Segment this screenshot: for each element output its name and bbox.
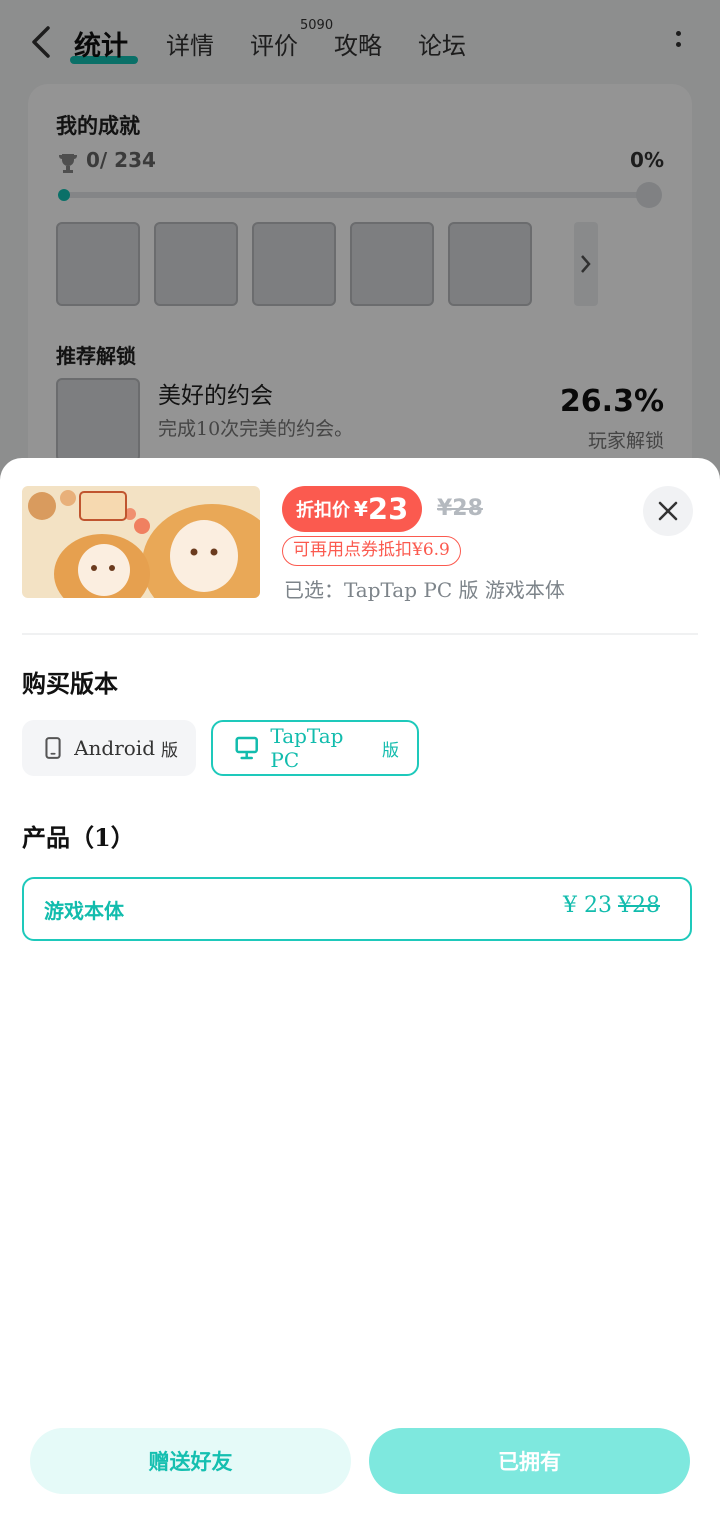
gift-to-friend-button[interactable]: 赠送好友 — [30, 1428, 351, 1494]
product-section-title: 产品（1） — [22, 823, 135, 852]
discount-price: 23 — [367, 492, 409, 526]
monitor-icon — [235, 736, 258, 760]
product-price: ¥ 23 ¥28 — [563, 893, 660, 918]
version-android-suffix: 版 — [161, 740, 178, 761]
owned-button[interactable]: 已拥有 — [369, 1428, 690, 1494]
product-price-current: ¥ 23 — [563, 893, 612, 918]
original-price: ¥28 — [437, 496, 483, 521]
product-item[interactable]: 游戏本体 ¥ 23 ¥28 — [22, 877, 692, 941]
phone-icon — [45, 737, 61, 759]
version-android-button[interactable]: Android 版 — [22, 720, 196, 776]
version-pc-suffix: 版 — [382, 740, 399, 761]
product-name: 游戏本体 — [44, 899, 124, 923]
close-icon — [658, 501, 678, 521]
version-pc-label: TapTap PC — [270, 724, 344, 772]
discount-price-pill: 折扣价 ¥ 23 — [282, 486, 423, 532]
game-cover-image — [22, 486, 260, 598]
version-section-title: 购买版本 — [22, 669, 118, 698]
discount-currency: ¥ — [354, 497, 368, 521]
discount-label: 折扣价 — [296, 500, 350, 521]
product-price-original: ¥28 — [618, 893, 660, 918]
divider — [22, 633, 698, 635]
coupon-badge: 可再用点券抵扣¥6.9 — [282, 536, 461, 566]
purchase-sheet: 折扣价 ¥ 23 ¥28 可再用点券抵扣¥6.9 已选：TapTap PC 版 … — [0, 458, 720, 1525]
close-button[interactable] — [643, 486, 693, 536]
selected-version-text: 已选：TapTap PC 版 游戏本体 — [284, 578, 565, 602]
version-android-label: Android — [74, 736, 155, 760]
version-pc-button[interactable]: TapTap PC 版 — [211, 720, 419, 776]
